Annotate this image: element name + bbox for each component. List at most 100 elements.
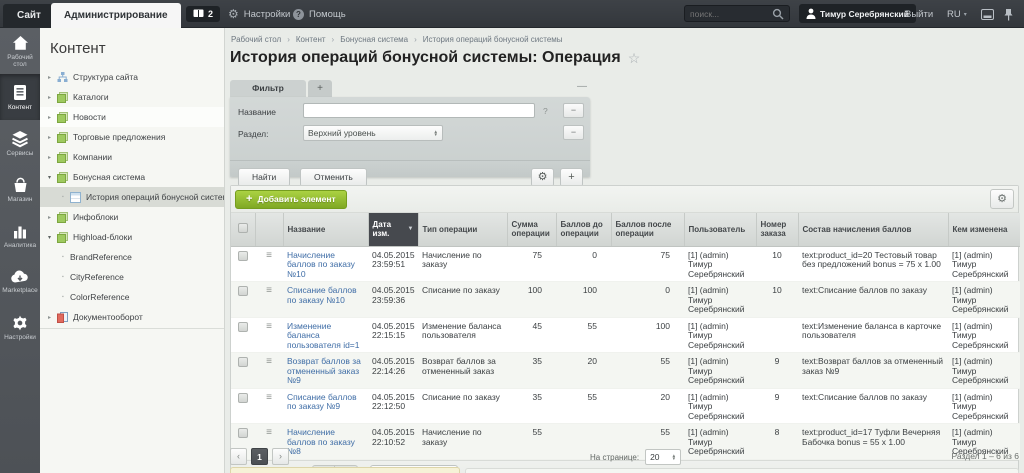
row-menu-icon[interactable]: ≡: [266, 392, 272, 403]
cell-order: 9: [756, 388, 798, 424]
cell-name[interactable]: Списание баллов по заказу №9: [283, 388, 368, 424]
breadcrumb-link[interactable]: Бонусная система: [340, 35, 408, 44]
topbar-settings-button[interactable]: ⚙ Настройки: [228, 0, 290, 28]
chevron-right-icon[interactable]: ▸: [48, 74, 57, 81]
row-checkbox[interactable]: [238, 286, 248, 296]
cell-name[interactable]: Возврат баллов за отмененный заказ №9: [283, 353, 368, 389]
chevron-right-icon[interactable]: ▸: [48, 94, 57, 101]
sidebar-item-0[interactable]: ▸Структура сайта: [40, 67, 224, 87]
chevron-right-icon[interactable]: ▸: [48, 214, 57, 221]
topbar-help-button[interactable]: ? Помощь: [293, 0, 346, 28]
column-header[interactable]: Сумма операции: [507, 213, 556, 246]
row-menu-icon[interactable]: ≡: [266, 356, 272, 367]
column-header[interactable]: Пользователь: [684, 213, 756, 246]
column-header[interactable]: Кем изменена: [948, 213, 1020, 246]
grid-settings-button[interactable]: ⚙: [990, 189, 1014, 209]
filter-section-select[interactable]: Верхний уровень ▲▼: [303, 125, 443, 141]
row-menu-icon[interactable]: ≡: [266, 285, 272, 296]
sidebar-item-12[interactable]: ▸Документооборот: [40, 307, 224, 327]
search-icon[interactable]: [772, 8, 784, 20]
column-header[interactable]: Название: [283, 213, 368, 246]
breadcrumb-link[interactable]: Контент: [296, 35, 326, 44]
header-checkbox[interactable]: [238, 223, 248, 233]
column-header[interactable]: Дата изм.▼: [368, 213, 418, 246]
logout-button[interactable]: Выйти: [905, 0, 933, 28]
rail-item-shop[interactable]: Магазин: [0, 166, 40, 212]
cell-after: 75: [611, 246, 684, 282]
column-header[interactable]: Баллов до операции: [556, 213, 611, 246]
filter-hint-icon[interactable]: ?: [543, 106, 548, 116]
filter-footer: Найти Отменить ⚙ +: [230, 160, 590, 177]
rail-item-analytics[interactable]: Аналитика: [0, 212, 40, 258]
sort-desc-icon[interactable]: ▼: [408, 225, 414, 234]
row-menu-icon[interactable]: ≡: [266, 250, 272, 261]
chevron-down-icon[interactable]: ▾: [48, 234, 57, 241]
cell-name[interactable]: Списание баллов по заказу №10: [283, 282, 368, 318]
sidebar-item-1[interactable]: ▸Каталоги: [40, 87, 224, 107]
next-page-button[interactable]: ›: [272, 448, 289, 465]
chevron-right-icon[interactable]: ▸: [48, 134, 57, 141]
filter-minimize-button[interactable]: —: [577, 81, 587, 92]
per-page-select[interactable]: 20 ▲▼: [645, 449, 681, 465]
row-checkbox[interactable]: [238, 357, 248, 367]
tab-admin[interactable]: Администрирование: [51, 3, 181, 28]
filter-tab[interactable]: Фильтр: [230, 80, 306, 97]
sidebar-item-5[interactable]: ▾Бонусная система: [40, 167, 224, 187]
cell-name[interactable]: Изменение баланса пользователя id=1: [283, 317, 368, 353]
add-element-button[interactable]: + Добавить элемент: [235, 190, 347, 209]
sidebar-item-8[interactable]: ▾Highload-блоки: [40, 227, 224, 247]
breadcrumb-link[interactable]: История операций бонусной системы: [423, 35, 563, 44]
bullet-icon[interactable]: ▪: [62, 254, 70, 260]
user-menu-button[interactable]: Тимур Серебрянский: [799, 4, 916, 23]
bullet-icon[interactable]: ▪: [62, 194, 70, 200]
search-input[interactable]: [690, 9, 769, 19]
row-checkbox[interactable]: [238, 428, 248, 438]
current-page-button[interactable]: 1: [251, 448, 268, 465]
prev-page-button[interactable]: ‹: [230, 448, 247, 465]
filter-name-input[interactable]: [303, 103, 535, 118]
rail-item-content[interactable]: Контент: [0, 74, 40, 120]
filter-remove-section-button[interactable]: −: [563, 125, 584, 140]
sidebar-item-9[interactable]: ▪BrandReference: [40, 247, 224, 267]
column-header[interactable]: Баллов после операции: [611, 213, 684, 246]
favorite-star-icon[interactable]: ☆: [628, 50, 641, 67]
sidebar-item-2[interactable]: ▸Новости: [40, 107, 224, 127]
sidebar-item-7[interactable]: ▸Инфоблоки: [40, 207, 224, 227]
row-menu-icon[interactable]: ≡: [266, 321, 272, 332]
bullet-icon[interactable]: ▪: [62, 294, 70, 300]
tab-site[interactable]: Сайт: [3, 4, 55, 28]
notifications-count: 2: [208, 9, 213, 19]
sidebar-item-4[interactable]: ▸Компании: [40, 147, 224, 167]
sidebar-item-6[interactable]: ▪История операций бонусной системы: [40, 187, 224, 207]
table-row: ≡Списание баллов по заказу №1004.05.2015…: [231, 282, 1020, 318]
header-checkbox-cell[interactable]: [231, 213, 255, 246]
rail-item-settings[interactable]: Настройки: [0, 304, 40, 350]
filter-add-tab[interactable]: +: [308, 80, 332, 97]
sidebar-item-10[interactable]: ▪CityReference: [40, 267, 224, 287]
chevron-down-icon[interactable]: ▾: [48, 174, 57, 181]
bullet-icon[interactable]: ▪: [62, 274, 70, 280]
language-selector[interactable]: RU ▾: [947, 0, 967, 28]
row-checkbox[interactable]: [238, 251, 248, 261]
chevron-right-icon[interactable]: ▸: [48, 154, 57, 161]
cell-name[interactable]: Начисление баллов по заказу №10: [283, 246, 368, 282]
notifications-button[interactable]: 2: [186, 6, 220, 22]
sidebar-item-11[interactable]: ▪ColorReference: [40, 287, 224, 307]
filter-remove-name-button[interactable]: −: [563, 103, 584, 118]
chevron-right-icon[interactable]: ▸: [48, 114, 57, 121]
cell-user: [1] (admin) Тимур Серебрянский: [684, 353, 756, 389]
rail-item-marketplace[interactable]: Marketplace: [0, 258, 40, 304]
rail-item-desktop[interactable]: Рабочий стол: [0, 28, 40, 74]
panel-toggle-button[interactable]: [981, 0, 994, 28]
chevron-right-icon[interactable]: ▸: [48, 314, 57, 321]
breadcrumb-link[interactable]: Рабочий стол: [231, 35, 281, 44]
rail-item-services[interactable]: Сервисы: [0, 120, 40, 166]
row-checkbox[interactable]: [238, 393, 248, 403]
sidebar-item-3[interactable]: ▸Торговые предложения: [40, 127, 224, 147]
pin-icon[interactable]: [1004, 0, 1013, 28]
column-header[interactable]: Тип операции: [418, 213, 507, 246]
row-checkbox[interactable]: [238, 322, 248, 332]
row-menu-icon[interactable]: ≡: [266, 427, 272, 438]
column-header[interactable]: Номер заказа: [756, 213, 798, 246]
column-header[interactable]: Состав начисления баллов: [798, 213, 948, 246]
